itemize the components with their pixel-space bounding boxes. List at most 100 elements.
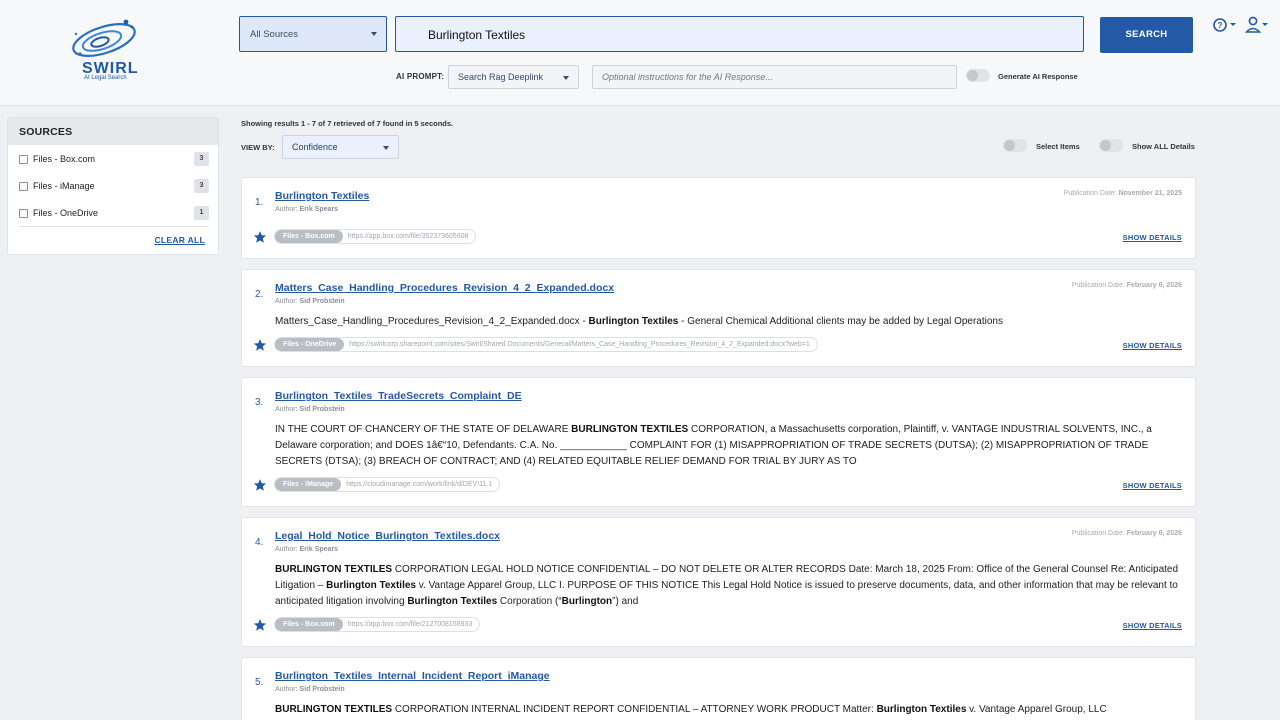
author-name: Erik Spears xyxy=(299,546,339,553)
date-value: February 6, 2026 xyxy=(1126,282,1182,289)
ai-instructions-input[interactable]: Optional instructions for the AI Respons… xyxy=(592,65,957,89)
result-author: Author: Sid Probstein xyxy=(275,406,345,413)
snippet-highlight: Burlington Textiles xyxy=(326,580,416,592)
source-item-imanage[interactable]: Files - iManage 3 xyxy=(19,179,209,195)
result-author: Author: Erik Spears xyxy=(275,546,338,553)
svg-text:?: ? xyxy=(1218,21,1223,30)
user-icon[interactable] xyxy=(1245,16,1269,34)
snippet-text: v. Vantage Apparel Group, LLC xyxy=(966,704,1107,715)
result-title-link[interactable]: Matters_Case_Handling_Procedures_Revisio… xyxy=(275,282,614,294)
show-details-link[interactable]: SHOW DETAILS xyxy=(1123,341,1182,350)
show-details-link[interactable]: SHOW DETAILS xyxy=(1123,233,1182,242)
result-number: 3. xyxy=(255,397,264,408)
result-snippet: IN THE COURT OF CHANCERY OF THE STATE OF… xyxy=(275,422,1185,471)
result-title-link[interactable]: Legal_Hold_Notice_Burlington_Textiles.do… xyxy=(275,530,500,542)
chevron-down-icon xyxy=(563,76,569,80)
date-value: November 21, 2025 xyxy=(1118,190,1182,197)
clear-all-link[interactable]: CLEAR ALL xyxy=(154,235,205,245)
ai-mode-value: Search Rag Deeplink xyxy=(458,72,544,82)
snippet-text: CORPORATION INTERNAL INCIDENT REPORT CON… xyxy=(392,704,877,715)
result-title-link[interactable]: Burlington_Textiles_Internal_Incident_Re… xyxy=(275,670,550,682)
result-snippet: Matters_Case_Handling_Procedures_Revisio… xyxy=(275,314,1185,330)
author-prefix: Author: xyxy=(275,546,298,553)
result-author: Author: Sid Probstein xyxy=(275,298,345,305)
result-date: Publication Date: February 6, 2026 xyxy=(1072,530,1182,537)
result-title-link[interactable]: Burlington_Textiles_TradeSecrets_Complai… xyxy=(275,390,522,402)
generate-ai-toggle[interactable] xyxy=(966,69,990,82)
generate-ai-label: Generate AI Response xyxy=(998,72,1078,81)
sources-title: SOURCES xyxy=(8,118,218,145)
results-summary: Showing results 1 - 7 of 7 retrieved of … xyxy=(241,119,454,128)
source-count-badge: 1 xyxy=(194,206,209,220)
result-url[interactable]: https://cloudimanage.com/work/link/d/DEV… xyxy=(341,478,499,491)
show-details-link[interactable]: SHOW DETAILS xyxy=(1123,621,1182,630)
result-source-chip: Files - Box.com https://app.box.com/file/… xyxy=(274,617,481,632)
source-label: Files - iManage xyxy=(33,181,95,191)
source-tag: Files - iManage xyxy=(275,478,342,491)
result-snippet: BURLINGTON TEXTILES CORPORATION INTERNAL… xyxy=(275,702,1185,720)
help-icon[interactable]: ? xyxy=(1213,17,1237,33)
chevron-down-icon xyxy=(371,32,377,36)
result-url[interactable]: https://app.box.com/file/352373605608 xyxy=(343,230,476,243)
search-input[interactable]: Burlington Textiles xyxy=(395,16,1084,52)
result-author: Author: Erik Spears xyxy=(275,206,338,213)
result-card: 4. Legal_Hold_Notice_Burlington_Textiles… xyxy=(241,517,1196,647)
source-label: Files - OneDrive xyxy=(33,208,99,218)
result-source-chip: Files - OneDrive https://swirlcorp.sharep… xyxy=(274,337,818,352)
brand-tagline: AI Legal Search xyxy=(84,75,127,81)
toggle-knob xyxy=(967,70,978,81)
source-label: Files - Box.com xyxy=(33,154,96,164)
header: SWIRL AI Legal Search All Sources Burlin… xyxy=(0,0,1280,106)
author-prefix: Author: xyxy=(275,206,298,213)
select-items-label: Select Items xyxy=(1036,142,1080,151)
result-snippet: BURLINGTON TEXTILES CORPORATION LEGAL HO… xyxy=(275,562,1185,611)
result-author: Author: Sid Probstein xyxy=(275,686,345,693)
source-item-onedrive[interactable]: Files - OneDrive 1 xyxy=(19,206,209,222)
show-all-details-toggle[interactable] xyxy=(1099,139,1123,152)
viewby-select[interactable]: Confidence xyxy=(282,135,399,159)
ai-prompt-label: AI PROMPT: xyxy=(396,72,445,81)
result-url[interactable]: https://swirlcorp.sharepoint.com/sites/S… xyxy=(344,338,817,351)
show-details-link[interactable]: SHOW DETAILS xyxy=(1123,481,1182,490)
date-value: February 6, 2026 xyxy=(1126,530,1182,537)
snippet-highlight: Burlington Textiles xyxy=(588,316,679,327)
source-select[interactable]: All Sources xyxy=(239,16,387,52)
result-card: 2. Matters_Case_Handling_Procedures_Revi… xyxy=(241,269,1196,367)
divider xyxy=(19,226,209,227)
source-item-box[interactable]: Files - Box.com 3 xyxy=(19,152,209,168)
result-url[interactable]: https://app.box.com/file/2127008158933 xyxy=(343,618,480,631)
author-name: Erik Spears xyxy=(299,206,339,213)
show-all-details-label: Show ALL Details xyxy=(1132,142,1195,151)
source-checkbox[interactable] xyxy=(19,155,28,164)
snippet-highlight: Burlington xyxy=(561,596,613,608)
author-name: Sid Probstein xyxy=(299,298,345,305)
ai-mode-select[interactable]: Search Rag Deeplink xyxy=(448,65,579,89)
source-checkbox[interactable] xyxy=(19,209,28,218)
source-count-badge: 3 xyxy=(194,152,209,166)
source-tag: Files - OneDrive xyxy=(275,338,345,351)
select-items-toggle[interactable] xyxy=(1003,139,1027,152)
source-tag: Files - Box.com xyxy=(275,230,343,243)
source-checkbox[interactable] xyxy=(19,182,28,191)
result-number: 1. xyxy=(255,197,264,208)
snippet-text: IN THE COURT OF CHANCERY OF THE STATE OF… xyxy=(275,424,572,435)
source-select-value: All Sources xyxy=(250,29,299,40)
sources-panel: SOURCES Files - Box.com 3 Files - iManag… xyxy=(7,117,219,255)
snippet-text: - General Chemical Additional clients ma… xyxy=(678,316,1003,327)
result-number: 2. xyxy=(255,289,264,300)
result-title-link[interactable]: Burlington Textiles xyxy=(275,190,369,202)
chevron-down-icon xyxy=(383,146,389,150)
star-icon[interactable] xyxy=(253,478,267,492)
result-date: Publication Date: February 6, 2026 xyxy=(1072,282,1182,289)
viewby-value: Confidence xyxy=(292,142,338,152)
star-icon[interactable] xyxy=(253,338,267,352)
result-card: 3. Burlington_Textiles_TradeSecrets_Comp… xyxy=(241,377,1196,507)
author-prefix: Author: xyxy=(275,406,298,413)
star-icon[interactable] xyxy=(253,230,267,244)
search-button[interactable]: SEARCH xyxy=(1100,17,1193,53)
result-source-chip: Files - iManage https://cloudimanage.com/… xyxy=(274,477,501,492)
date-prefix: Publication Date: xyxy=(1071,282,1125,289)
star-icon[interactable] xyxy=(253,618,267,632)
date-prefix: Publication Date: xyxy=(1071,530,1125,537)
snippet-highlight: BURLINGTON TEXTILES xyxy=(275,564,393,575)
